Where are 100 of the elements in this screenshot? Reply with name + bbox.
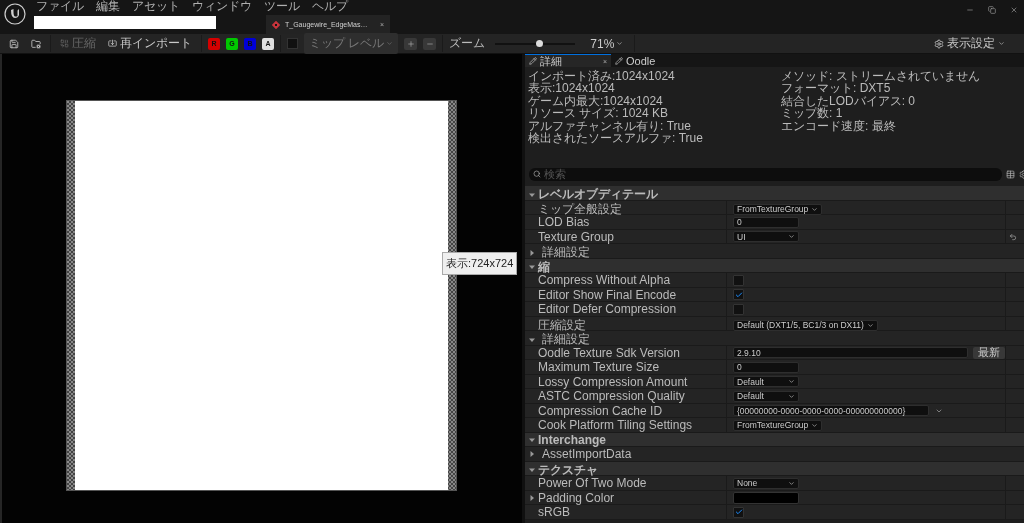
- info-text: 結合したLODバイアス: 0: [781, 94, 916, 108]
- combine-icon: [60, 39, 69, 48]
- zoom-in-button[interactable]: [404, 37, 418, 50]
- name-field[interactable]: [34, 16, 216, 29]
- collapse-arrow-icon[interactable]: [529, 264, 535, 270]
- collapse-arrow-icon[interactable]: [529, 191, 535, 198]
- color-swatch[interactable]: [733, 491, 799, 504]
- search-icon: [533, 170, 541, 178]
- menu-item[interactable]: ファイル: [36, 0, 84, 15]
- texture-icon: [272, 20, 280, 29]
- dropdown[interactable]: Default: [733, 390, 799, 402]
- restore-icon[interactable]: [988, 6, 996, 14]
- info-text: インポート済み:1024x1024: [528, 70, 676, 83]
- checkbox[interactable]: [733, 303, 744, 315]
- zoom-label: ズーム: [449, 35, 486, 52]
- dropdown[interactable]: FromTextureGroup: [733, 419, 823, 431]
- panel-tab[interactable]: Oodle: [611, 54, 671, 67]
- expand-arrow-icon[interactable]: [529, 451, 535, 457]
- info-text: エンコード速度: 最終: [781, 119, 897, 132]
- section-header[interactable]: 縮: [538, 258, 550, 276]
- property-label: Cook Platform Tiling Settings: [538, 418, 693, 432]
- menu-item[interactable]: 編集: [96, 0, 120, 15]
- save-icon: [9, 38, 19, 49]
- checkbox[interactable]: [733, 506, 744, 518]
- property-label: ASTC Compression Quality: [538, 389, 685, 403]
- text-field[interactable]: 2.9.10: [733, 347, 968, 358]
- settings-icon: [934, 38, 944, 49]
- reset-icon[interactable]: [1009, 232, 1017, 241]
- chevron-down-icon: [386, 40, 394, 47]
- property-label: sRGB: [538, 505, 570, 519]
- number-field[interactable]: 0: [733, 216, 799, 228]
- browse-button[interactable]: [28, 38, 44, 49]
- info-text: ゲーム内最大:1024x1024: [528, 94, 664, 108]
- info-text: リソース サイズ: 1024 KB: [528, 107, 670, 120]
- search-field[interactable]: 検索: [529, 167, 1002, 181]
- property-label: Compression Cache ID: [538, 403, 663, 418]
- property-label: LOD Bias: [538, 215, 590, 229]
- chevron-down-icon[interactable]: [866, 321, 874, 329]
- checkbox[interactable]: [733, 289, 744, 300]
- chevron-down-icon[interactable]: [788, 479, 795, 487]
- chevron-down-icon[interactable]: [811, 205, 819, 213]
- section-header[interactable]: Interchange: [538, 432, 606, 447]
- dropdown[interactable]: FromTextureGroup: [733, 203, 823, 215]
- close-icon[interactable]: [1010, 6, 1018, 14]
- group-header[interactable]: 詳細設定: [542, 331, 590, 348]
- property-label: Lossy Compression Amount: [538, 374, 688, 389]
- slider-thumb[interactable]: [535, 40, 543, 47]
- property-label: ミップ全般設定: [538, 200, 622, 217]
- checkbox[interactable]: [733, 274, 744, 286]
- property-label: Oodle Texture Sdk Version: [538, 345, 680, 360]
- property-label: Compress Without Alpha: [538, 273, 671, 287]
- property-label: Editor Show Final Encode: [538, 287, 677, 302]
- logo-icon[interactable]: [4, 3, 26, 25]
- property-label: 圧縮設定: [538, 316, 586, 333]
- chevron-down-icon: [998, 40, 1005, 47]
- folder-gear-icon: [31, 38, 41, 49]
- info-text: ミップ数: 1: [781, 107, 843, 120]
- property-label: Texture Group: [538, 229, 615, 244]
- group-header[interactable]: 詳細設定: [542, 244, 590, 261]
- property-label: Editor Defer Compression: [538, 302, 677, 316]
- expand-arrow-icon[interactable]: [529, 249, 535, 256]
- info-text: アルファチャンネル有り: True: [528, 119, 692, 132]
- group-header[interactable]: AssetImportData: [542, 447, 632, 461]
- menu-item[interactable]: アセット: [132, 0, 180, 15]
- property-label: Maximum Texture Size: [538, 360, 660, 374]
- property-label: Padding Color: [538, 490, 615, 505]
- view-settings-button[interactable]: 表示設定: [931, 35, 1008, 52]
- chevron-down-icon[interactable]: [811, 421, 819, 429]
- update-button[interactable]: 最新: [973, 346, 1005, 359]
- expand-arrow-icon[interactable]: [529, 494, 535, 501]
- info-text: フォーマット: DXT5: [781, 82, 892, 95]
- chevron-down-icon: [616, 40, 624, 47]
- table-icon[interactable]: [1006, 169, 1015, 179]
- info-text: メソッド: ストリームされていません: [781, 70, 981, 83]
- collapse-arrow-icon[interactable]: [529, 336, 535, 343]
- number-field[interactable]: 0: [733, 361, 799, 373]
- pencil-icon: [529, 57, 537, 65]
- reimport-button[interactable]: 再インポート: [105, 35, 195, 52]
- collapse-arrow-icon[interactable]: [529, 436, 535, 443]
- section-header[interactable]: テクスチャ: [538, 461, 598, 479]
- zoom-out-button[interactable]: [423, 37, 437, 50]
- menu-item[interactable]: ヘルプ: [312, 0, 348, 15]
- menu-item[interactable]: ツール: [264, 0, 300, 15]
- dropdown[interactable]: Default (DXT1/5, BC1/3 on DX11): [733, 319, 878, 331]
- menu-item[interactable]: ウィンドウ: [192, 0, 252, 15]
- info-text: 検出されたソースアルファ: True: [528, 131, 704, 145]
- zoom-dropdown[interactable]: 71%: [585, 34, 629, 53]
- checkbox[interactable]: [287, 38, 298, 49]
- collapse-arrow-icon[interactable]: [529, 467, 535, 473]
- dropdown[interactable]: UI: [733, 231, 799, 242]
- info-text: 表示:1024x1024: [528, 82, 616, 95]
- dropdown[interactable]: None: [733, 477, 799, 489]
- chevron-down-icon[interactable]: [788, 233, 795, 240]
- import-icon: [108, 39, 117, 48]
- tooltip: 表示:724x724: [442, 252, 518, 275]
- plus-icon: [406, 39, 415, 48]
- pencil-icon: [615, 57, 623, 65]
- property-label: Power Of Two Mode: [538, 476, 647, 490]
- text-field[interactable]: {00000000-0000-0000-0000-000000000000}: [733, 405, 929, 416]
- dropdown[interactable]: Default: [733, 376, 799, 387]
